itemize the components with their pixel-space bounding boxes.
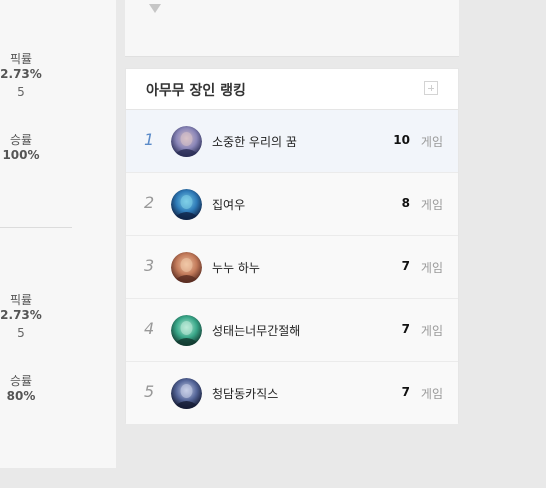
games-unit-label: 게임 xyxy=(420,261,443,275)
champion-stats-column: 픽률 2.73% 5 승률 100% 픽률 2.73% 5 승률 80% xyxy=(0,0,116,468)
mastery-ranking-card: 아무무 장인 랭킹 1 소중한 우리의 꿈 10 게임 2 집여우 8 게임 3 누누 하누 7 게임… xyxy=(125,68,459,424)
player-name-link[interactable]: 집여우 xyxy=(212,196,245,213)
rank-number: 1 xyxy=(144,130,155,149)
player-name-link[interactable]: 누누 하누 xyxy=(212,259,260,276)
champion-avatar-icon[interactable] xyxy=(171,378,202,409)
games-count: 7 xyxy=(401,385,410,399)
rank-number: 4 xyxy=(144,319,155,338)
rank-number: 2 xyxy=(144,193,155,212)
win-rate-label: 승률 xyxy=(9,133,33,147)
pick-count: 5 xyxy=(17,326,25,340)
ranking-row[interactable]: 4 성태는너무간절해 7 게임 xyxy=(126,299,458,362)
games-unit-label: 게임 xyxy=(420,324,443,338)
ranking-list: 1 소중한 우리의 꿈 10 게임 2 집여우 8 게임 3 누누 하누 7 게임 4 성태는너무간절해 7… xyxy=(126,110,458,424)
ranking-header: 아무무 장인 랭킹 xyxy=(126,69,458,110)
caret-down-icon[interactable] xyxy=(149,4,161,13)
games-count: 7 xyxy=(401,322,410,336)
win-rate-value: 100% xyxy=(2,148,40,162)
pick-rate-value: 2.73% xyxy=(0,67,42,81)
pick-count: 5 xyxy=(17,85,25,99)
games-count: 8 xyxy=(401,196,410,210)
plus-icon[interactable] xyxy=(424,81,438,95)
divider xyxy=(0,227,72,228)
champion-avatar-icon[interactable] xyxy=(171,189,202,220)
rank-number: 3 xyxy=(144,256,155,275)
stat-block-3: 픽률 2.73% 5 xyxy=(0,293,42,341)
champion-avatar-icon[interactable] xyxy=(171,126,202,157)
stat-block-4: 승률 80% xyxy=(0,374,42,404)
player-name-link[interactable]: 소중한 우리의 꿈 xyxy=(212,133,297,150)
ranking-row[interactable]: 3 누누 하누 7 게임 xyxy=(126,236,458,299)
games-count: 7 xyxy=(401,259,410,273)
champion-avatar-icon[interactable] xyxy=(171,315,202,346)
games-unit-label: 게임 xyxy=(420,135,443,149)
games-count: 10 xyxy=(393,133,410,147)
rank-number: 5 xyxy=(144,382,155,401)
win-rate-value: 80% xyxy=(6,389,36,403)
ranking-row[interactable]: 1 소중한 우리의 꿈 10 게임 xyxy=(126,110,458,173)
player-name-link[interactable]: 청담동카직스 xyxy=(212,385,278,402)
ranking-row[interactable]: 5 청담동카직스 7 게임 xyxy=(126,362,458,424)
ranking-row[interactable]: 2 집여우 8 게임 xyxy=(126,173,458,236)
games-unit-label: 게임 xyxy=(420,387,443,401)
champion-avatar-icon[interactable] xyxy=(171,252,202,283)
games-unit-label: 게임 xyxy=(420,198,443,212)
pick-rate-label: 픽률 xyxy=(9,293,33,307)
win-rate-label: 승률 xyxy=(9,374,33,388)
pick-rate-value: 2.73% xyxy=(0,308,42,322)
pick-rate-label: 픽률 xyxy=(9,52,33,66)
previous-card xyxy=(125,0,459,57)
player-name-link[interactable]: 성태는너무간절해 xyxy=(212,322,300,339)
ranking-title: 아무무 장인 랭킹 xyxy=(146,83,246,99)
stat-block-1: 픽률 2.73% 5 xyxy=(0,52,42,100)
stat-block-2: 승률 100% xyxy=(0,133,42,163)
